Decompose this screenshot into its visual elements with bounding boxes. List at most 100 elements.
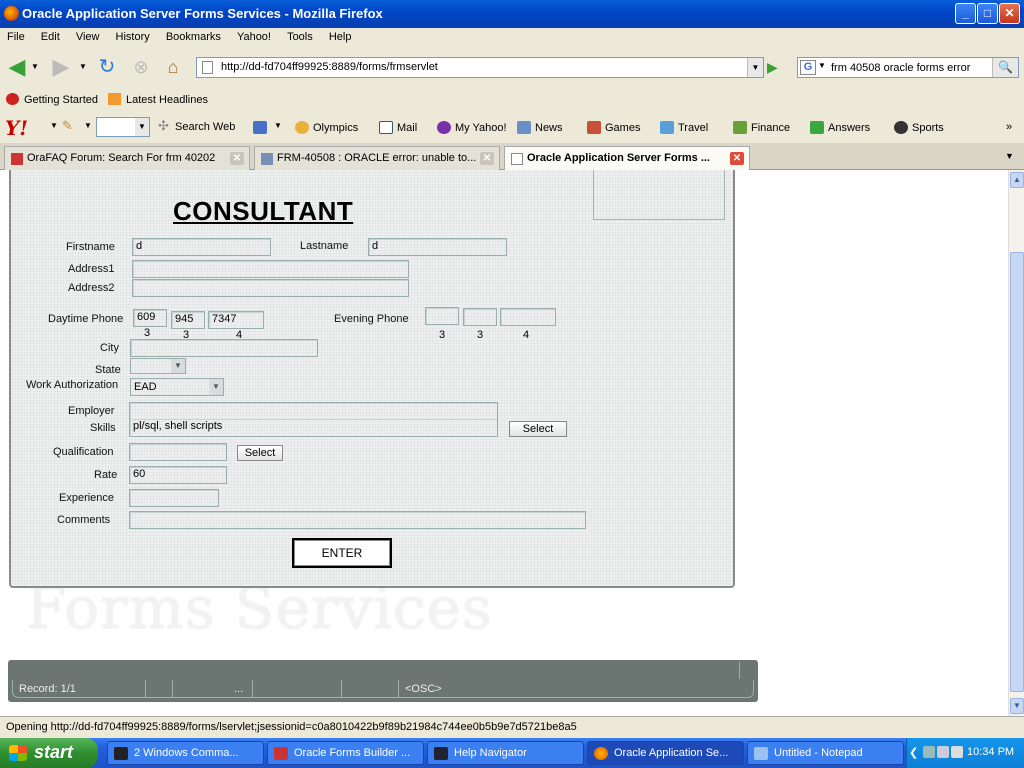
tab-frm-40508[interactable]: FRM-40508 : ORACLE error: unable to... ✕	[254, 146, 500, 170]
task-oracle-forms-builder[interactable]: Oracle Forms Builder ...	[267, 741, 424, 765]
forms-builder-icon	[274, 747, 288, 760]
address1-field[interactable]	[132, 260, 409, 278]
daytime-phone-prefix-field[interactable]: 945	[171, 311, 205, 329]
menu-file[interactable]: File	[0, 28, 31, 43]
yahoo-sports[interactable]: Sports	[894, 121, 944, 134]
employer-field[interactable]	[129, 402, 498, 420]
evening-phone-area-field[interactable]	[425, 307, 459, 325]
city-field[interactable]	[130, 339, 318, 357]
vertical-scrollbar[interactable]: ▲ ▼	[1008, 170, 1024, 716]
shield-icon[interactable]	[253, 121, 271, 134]
address2-field[interactable]	[132, 279, 409, 297]
menu-yahoo[interactable]: Yahoo!	[230, 28, 277, 43]
pencil-icon[interactable]: ✎	[62, 118, 73, 134]
close-button[interactable]: ✕	[999, 3, 1020, 24]
url-bar[interactable]: http://dd-fd704ff99925:8889/forms/frmser…	[196, 57, 764, 78]
scrollbar-thumb[interactable]	[1010, 252, 1024, 692]
bookmark-latest-headlines[interactable]: Latest Headlines	[108, 93, 208, 106]
forward-dropdown-icon[interactable]: ▼	[78, 54, 88, 80]
menu-edit[interactable]: Edit	[34, 28, 66, 43]
network-icon[interactable]	[923, 746, 935, 758]
enter-button[interactable]: ENTER	[292, 538, 392, 568]
url-dropdown-icon[interactable]: ▼	[747, 58, 763, 77]
tab-close-icon[interactable]: ✕	[230, 152, 244, 165]
menu-tools[interactable]: Tools	[280, 28, 319, 43]
search-engine-dropdown-icon[interactable]: ▼	[818, 61, 826, 70]
yahoo-logo[interactable]: Y!	[5, 116, 28, 140]
lastname-field[interactable]: d	[368, 238, 507, 256]
rate-field[interactable]: 60	[129, 466, 227, 484]
tab-close-icon[interactable]: ✕	[480, 152, 494, 165]
navigation-toolbar: ◀ ▼ ▶ ▼ ↻ ⊗ ⌂ http://dd-fd704ff99925:888…	[0, 48, 1024, 86]
experience-field[interactable]	[129, 489, 219, 507]
yahoo-answers[interactable]: Answers	[810, 121, 870, 134]
yahoo-olympics[interactable]: Olympics	[295, 121, 358, 134]
shield-dropdown-icon[interactable]: ▼	[274, 121, 282, 130]
bookmark-getting-started[interactable]: Getting Started	[6, 93, 98, 106]
clock[interactable]: 10:34 PM	[967, 746, 1014, 758]
form-corner-box	[593, 170, 725, 220]
yahoo-travel[interactable]: Travel	[660, 121, 708, 134]
back-dropdown-icon[interactable]: ▼	[30, 54, 40, 80]
menu-bookmarks[interactable]: Bookmarks	[159, 28, 227, 43]
firstname-field[interactable]: d	[132, 238, 271, 256]
tab-orafaq[interactable]: OraFAQ Forum: Search For frm 40202 ✕	[4, 146, 250, 170]
tray-expand-icon[interactable]: ❮	[909, 746, 921, 759]
forward-arrow-icon[interactable]: ▶	[48, 54, 74, 80]
toolbar-overflow-icon[interactable]: »	[1006, 121, 1012, 133]
search-bar[interactable]: G ▼ frm 40508 oracle forms error 🔍	[797, 57, 1019, 78]
minimize-button[interactable]: _	[955, 3, 976, 24]
search-engine-icon[interactable]: G	[800, 60, 816, 75]
yahoo-menu-dropdown-icon[interactable]: ▼	[50, 121, 58, 130]
skills-field[interactable]: pl/sql, shell scripts	[129, 419, 498, 437]
menu-view[interactable]: View	[69, 28, 106, 43]
yahoo-search-dropdown-icon[interactable]: ▼	[135, 118, 149, 136]
stop-icon[interactable]: ⊗	[128, 54, 154, 80]
forms-status-bar: Record: 1/1 ... <OSC>	[8, 660, 758, 702]
tab-list-dropdown-icon[interactable]: ▼	[1005, 151, 1014, 161]
yahoo-mail[interactable]: Mail	[379, 121, 417, 134]
qualification-select-button[interactable]: Select	[237, 445, 283, 461]
state-select[interactable]: ▼	[130, 358, 186, 374]
yahoo-search-input[interactable]: ▼	[96, 117, 150, 137]
yahoo-news[interactable]: News	[517, 121, 563, 134]
search-input[interactable]: frm 40508 oracle forms error	[831, 62, 970, 74]
yahoo-finance[interactable]: Finance	[733, 121, 790, 134]
start-button[interactable]: start	[0, 738, 98, 768]
task-help-navigator[interactable]: Help Navigator	[427, 741, 584, 765]
scroll-down-icon[interactable]: ▼	[1010, 698, 1024, 714]
city-label: City	[100, 342, 119, 354]
task-firefox[interactable]: Oracle Application Se...	[587, 741, 744, 765]
menu-history[interactable]: History	[109, 28, 156, 43]
yahoo-my-yahoo[interactable]: My Yahoo!	[437, 121, 507, 134]
daytime-phone-line-field[interactable]: 7347	[208, 311, 264, 329]
reload-icon[interactable]: ↻	[94, 54, 120, 80]
task-windows-command[interactable]: 2 Windows Comma...	[107, 741, 264, 765]
home-icon[interactable]: ⌂	[160, 54, 186, 80]
search-icon[interactable]: 🔍	[992, 58, 1018, 77]
work-authorization-dropdown-icon[interactable]: ▼	[209, 379, 223, 395]
go-arrow-icon[interactable]: ▶	[767, 59, 785, 77]
yahoo-games[interactable]: Games	[587, 121, 640, 134]
tab-oracle-forms[interactable]: Oracle Application Server Forms ... ✕	[504, 146, 750, 170]
evening-phone-line-field[interactable]	[500, 308, 556, 326]
yahoo-search-web[interactable]: Search Web	[175, 121, 235, 133]
state-dropdown-icon[interactable]: ▼	[171, 359, 185, 373]
system-tray: ❮ 10:34 PM	[906, 738, 1024, 768]
tab-close-icon[interactable]: ✕	[730, 152, 744, 165]
menu-help[interactable]: Help	[322, 28, 358, 43]
scroll-up-icon[interactable]: ▲	[1010, 172, 1024, 188]
back-arrow-icon[interactable]: ◀	[4, 54, 30, 80]
maximize-button[interactable]: □	[977, 3, 998, 24]
comments-field[interactable]	[129, 511, 586, 529]
evening-phone-prefix-field[interactable]	[463, 308, 497, 326]
window-title-bar[interactable]: Oracle Application Server Forms Services…	[0, 0, 1024, 28]
pencil-dropdown-icon[interactable]: ▼	[84, 121, 92, 130]
display-icon[interactable]	[937, 746, 949, 758]
skills-select-button[interactable]: Select	[509, 421, 567, 437]
work-authorization-select[interactable]: EAD ▼	[130, 378, 224, 396]
qualification-field[interactable]	[129, 443, 227, 461]
task-notepad[interactable]: Untitled - Notepad	[747, 741, 904, 765]
daytime-phone-area-field[interactable]: 609	[133, 309, 167, 327]
volume-icon[interactable]	[951, 746, 963, 758]
